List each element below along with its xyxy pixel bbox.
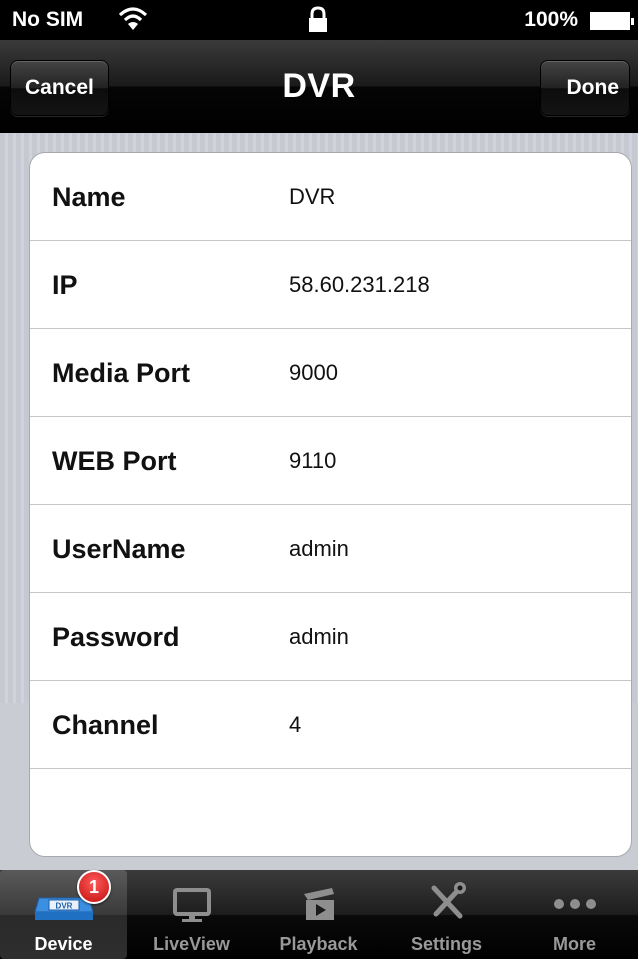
field-label: Name <box>52 182 126 212</box>
tab-label: More <box>552 934 596 954</box>
field-row-web-port[interactable]: WEB Port 9110 <box>30 417 631 505</box>
more-dots-icon <box>511 876 638 926</box>
cancel-button[interactable]: Cancel <box>10 60 109 116</box>
web-port-input[interactable]: 9110 <box>289 417 336 505</box>
tools-icon <box>383 876 510 926</box>
wifi-icon <box>118 6 148 37</box>
notification-badge: 1 <box>77 870 111 904</box>
navigation-bar: DVR Cancel Done <box>0 40 638 133</box>
channel-input[interactable]: 4 <box>289 681 301 769</box>
done-button[interactable]: Done <box>539 60 630 116</box>
ip-input[interactable]: 58.60.231.218 <box>289 241 430 329</box>
tab-more[interactable]: More <box>511 870 638 959</box>
tab-playback[interactable]: Playback <box>255 870 382 959</box>
field-row-username[interactable]: UserName admin <box>30 505 631 593</box>
field-row-password[interactable]: Password admin <box>30 593 631 681</box>
lock-icon <box>306 6 330 39</box>
tab-bar: DVR 1 Device LiveView Playback Settings … <box>0 870 638 959</box>
tab-label: Settings <box>410 934 482 954</box>
field-label: IP <box>52 270 78 300</box>
playback-icon <box>255 876 382 926</box>
field-label: WEB Port <box>52 446 177 476</box>
tab-label: LiveView <box>153 934 230 954</box>
field-row-channel[interactable]: Channel 4 <box>30 681 631 769</box>
field-row-name[interactable]: Name DVR <box>30 153 631 241</box>
username-input[interactable]: admin <box>289 505 349 593</box>
field-label: UserName <box>52 534 186 564</box>
tab-label: Playback <box>279 934 358 954</box>
tab-settings[interactable]: Settings <box>383 870 510 959</box>
tab-device[interactable]: DVR 1 Device <box>0 870 127 959</box>
tab-liveview[interactable]: LiveView <box>128 870 255 959</box>
carrier-label: No SIM <box>12 8 84 31</box>
battery-icon <box>590 12 634 30</box>
field-label: Password <box>52 622 180 652</box>
monitor-icon <box>128 876 255 926</box>
media-port-input[interactable]: 9000 <box>289 329 338 417</box>
password-input[interactable]: admin <box>289 593 349 681</box>
tab-label: Device <box>34 934 93 954</box>
dvr-icon-text: DVR <box>55 902 72 911</box>
device-form: Name DVR IP 58.60.231.218 Media Port 900… <box>29 152 632 857</box>
field-row-media-port[interactable]: Media Port 9000 <box>30 329 631 417</box>
name-input[interactable]: DVR <box>289 153 335 241</box>
battery-percent: 100% <box>524 8 578 31</box>
field-label: Media Port <box>52 358 191 388</box>
status-bar: No SIM 100% <box>0 0 638 40</box>
field-label: Channel <box>52 710 159 740</box>
field-row-ip[interactable]: IP 58.60.231.218 <box>30 241 631 329</box>
